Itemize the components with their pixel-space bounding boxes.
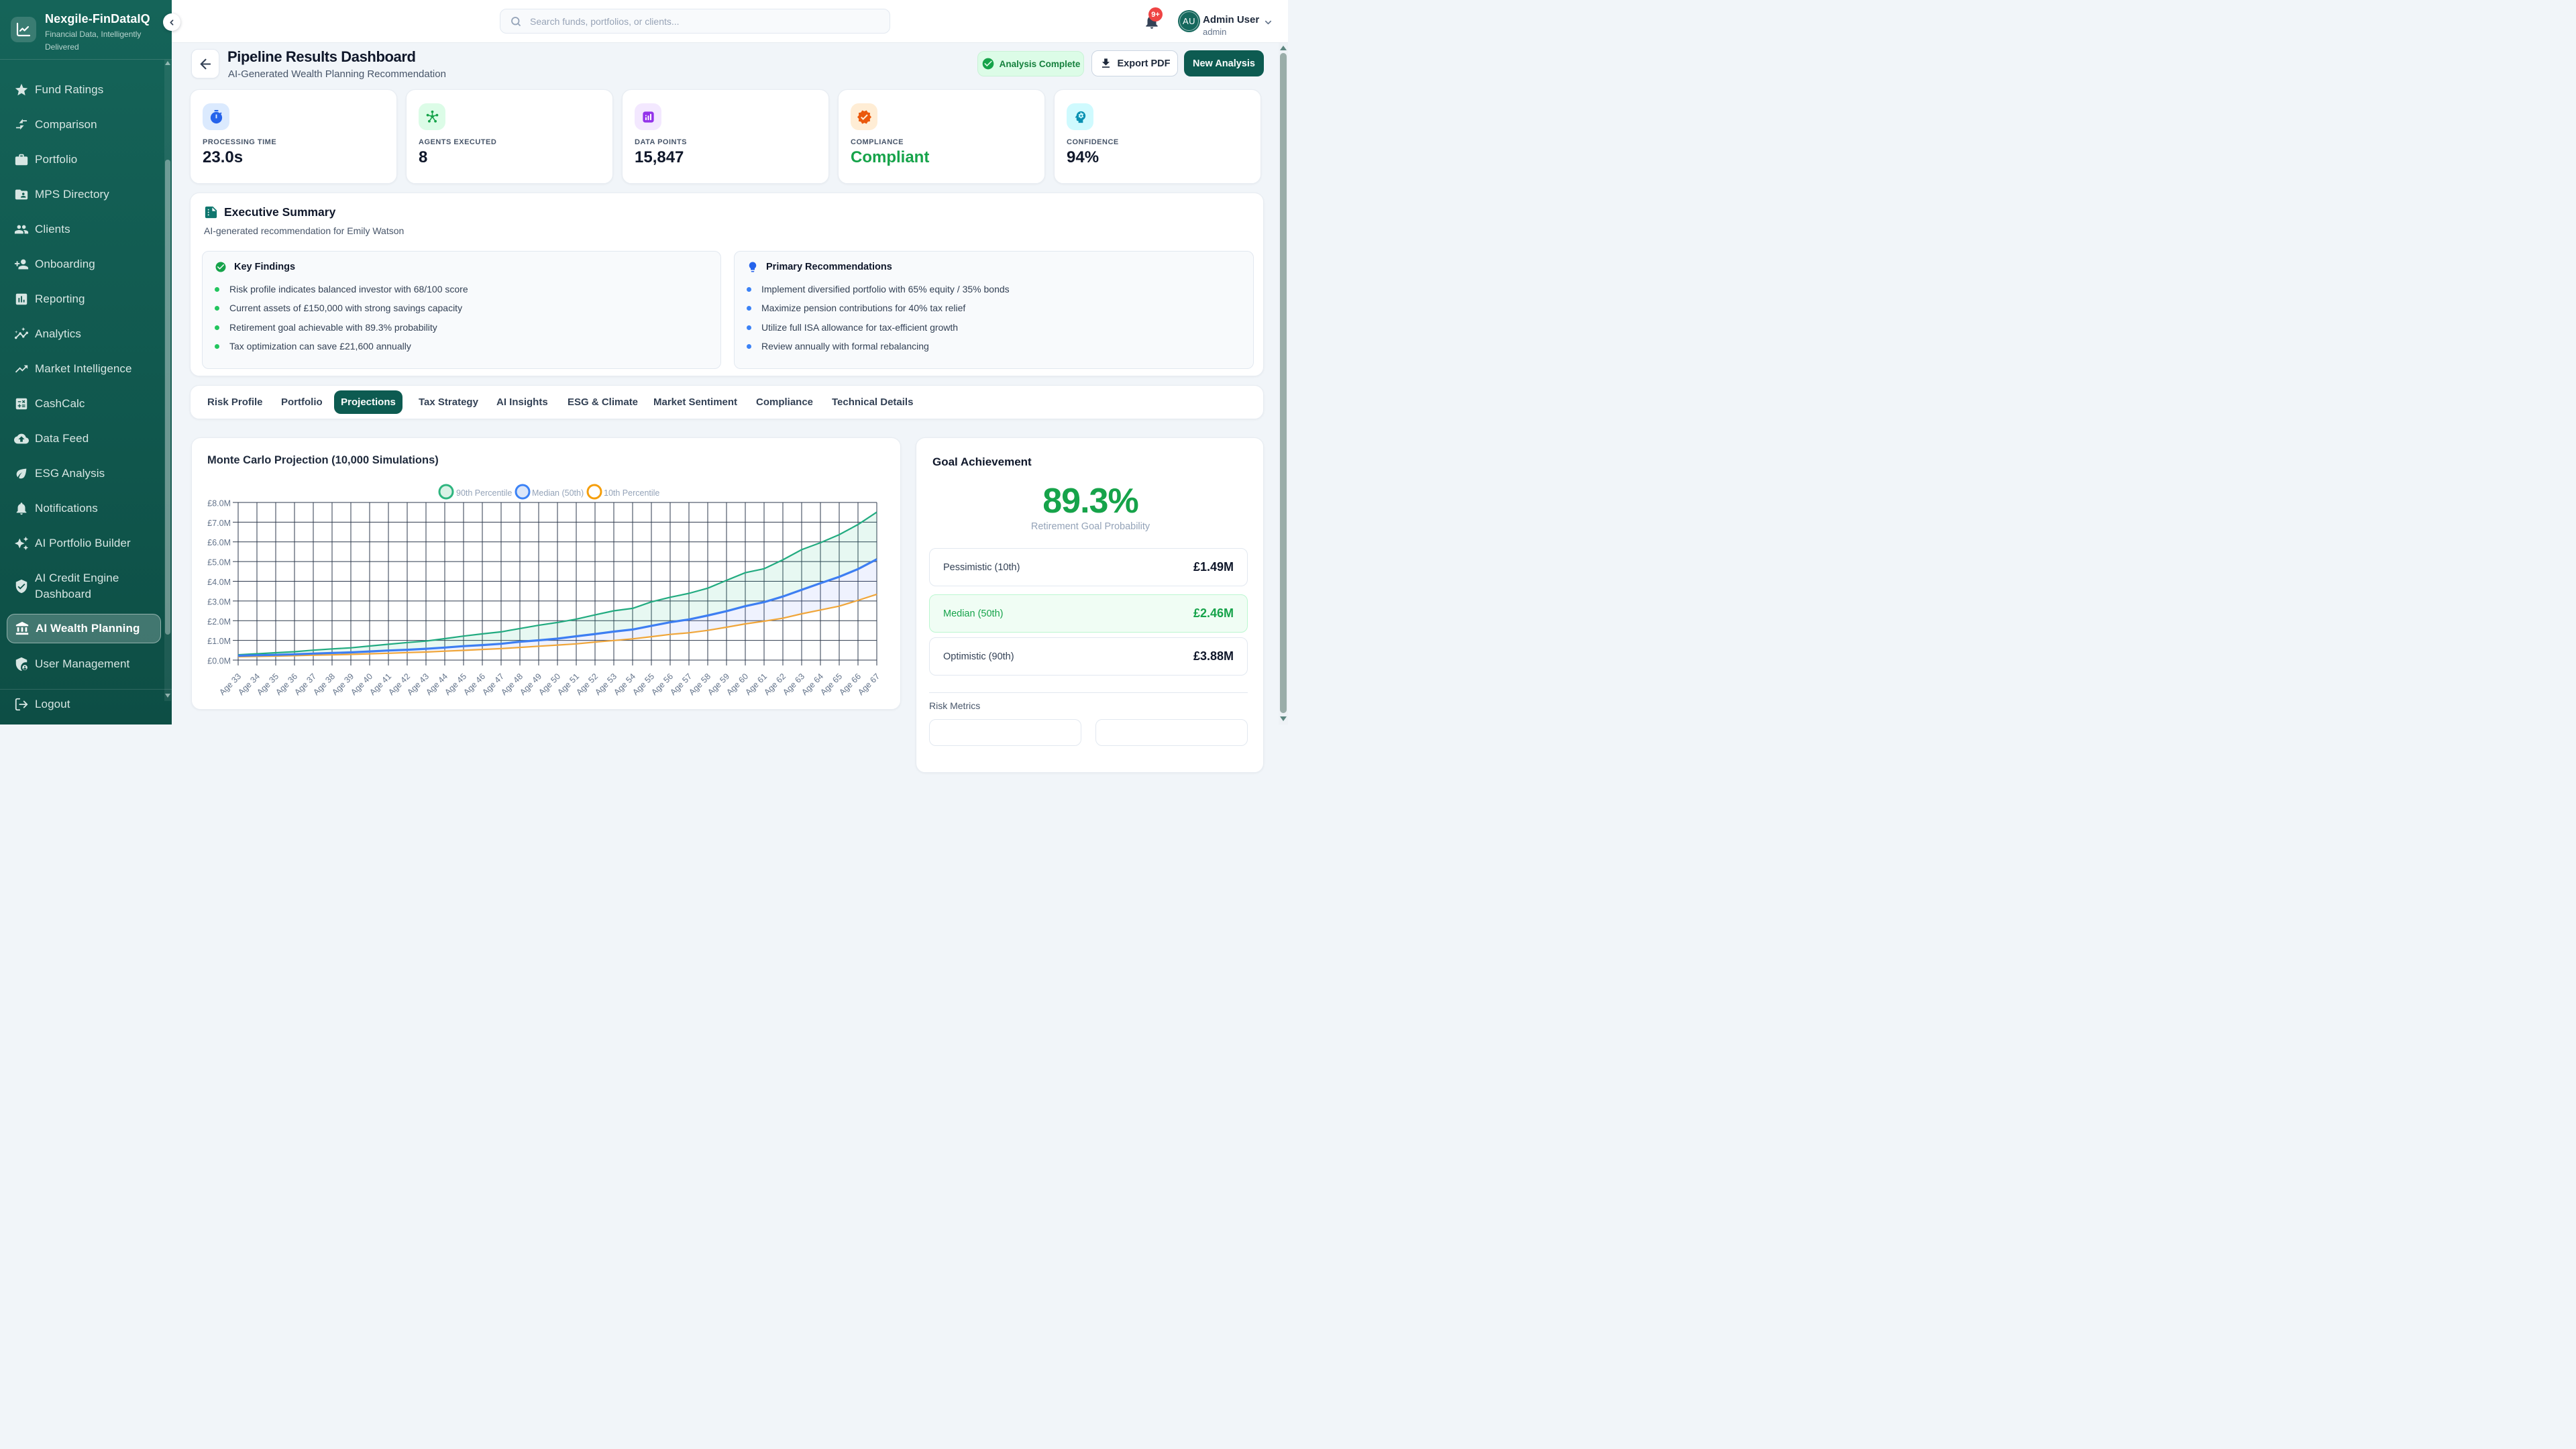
svg-text:90th Percentile: 90th Percentile [456,488,512,498]
svg-text:£4.0M: £4.0M [207,578,231,587]
svg-text:£2.0M: £2.0M [207,617,231,627]
svg-text:£6.0M: £6.0M [207,538,231,547]
svg-text:£0.0M: £0.0M [207,657,231,666]
svg-text:10th Percentile: 10th Percentile [604,488,659,498]
svg-text:Age 67: Age 67 [856,672,881,697]
svg-text:£5.0M: £5.0M [207,558,231,568]
svg-text:£7.0M: £7.0M [207,519,231,528]
svg-text:Median (50th): Median (50th) [532,488,584,498]
svg-text:£1.0M: £1.0M [207,637,231,646]
svg-text:£3.0M: £3.0M [207,597,231,606]
svg-text:£8.0M: £8.0M [207,499,231,508]
